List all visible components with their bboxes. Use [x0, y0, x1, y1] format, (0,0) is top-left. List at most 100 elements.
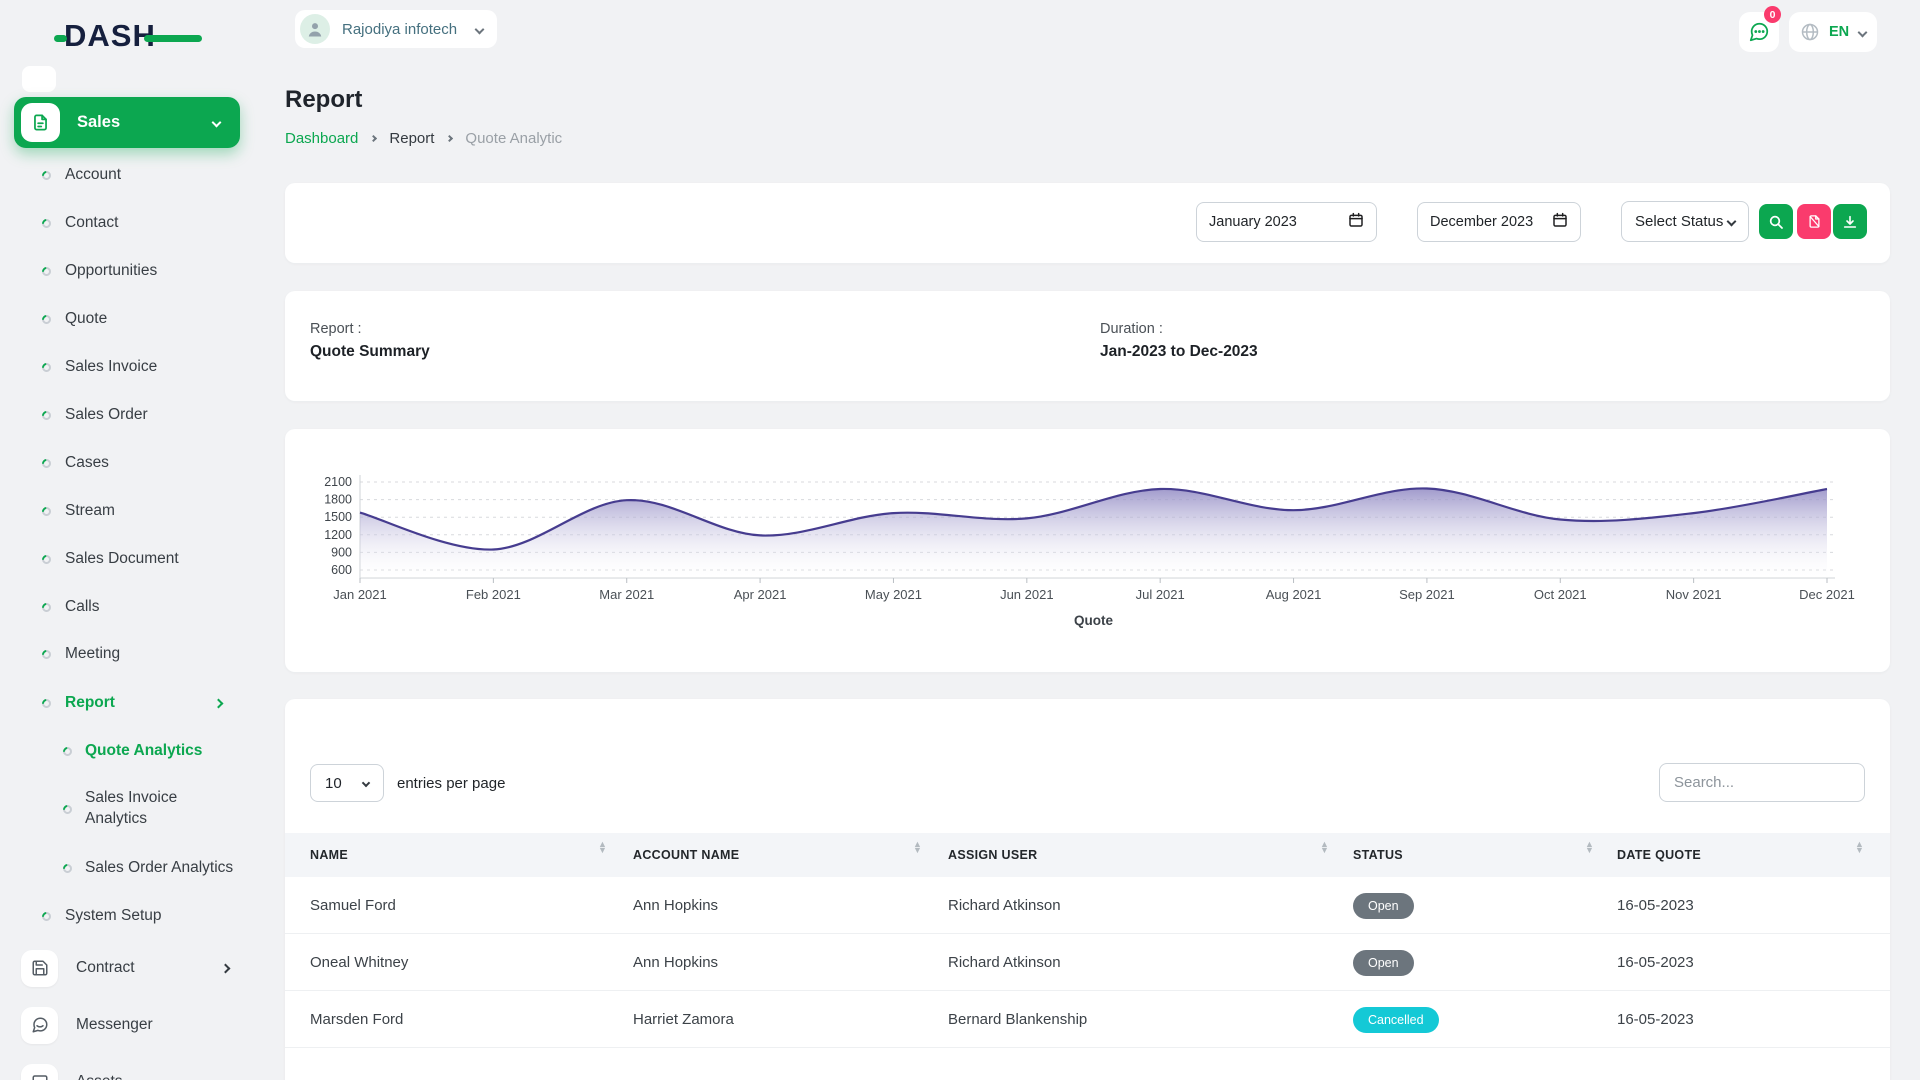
- app-logo[interactable]: DASH: [64, 18, 156, 54]
- sort-icon[interactable]: ▲▼: [598, 842, 607, 853]
- svg-text:Aug 2021: Aug 2021: [1266, 587, 1322, 602]
- bullet-icon: [40, 457, 53, 470]
- messenger-chat-icon: [21, 1007, 58, 1044]
- breadcrumb-dashboard[interactable]: Dashboard: [285, 130, 358, 147]
- logo-dot: [54, 35, 67, 42]
- sidebar-item-quote-analytics[interactable]: Quote Analytics: [0, 727, 253, 775]
- sort-icon[interactable]: ▲▼: [913, 842, 922, 853]
- language-selector[interactable]: EN: [1789, 12, 1877, 52]
- svg-text:Dec 2021: Dec 2021: [1799, 587, 1855, 602]
- language-code: EN: [1829, 24, 1849, 40]
- export-download-button[interactable]: [1833, 204, 1867, 239]
- sidebar-section-sales[interactable]: Sales: [14, 97, 240, 148]
- bullet-icon: [40, 648, 53, 661]
- sort-icon[interactable]: ▲▼: [1320, 842, 1329, 853]
- sidebar-item-sales-order-analytics[interactable]: Sales Order Analytics: [0, 844, 253, 892]
- sales-doc-icon: [21, 103, 60, 142]
- workspace-switcher[interactable]: Rajodiya infotech: [295, 10, 497, 48]
- apply-search-button[interactable]: [1759, 204, 1793, 239]
- svg-text:900: 900: [331, 545, 352, 559]
- start-month-input[interactable]: January 2023: [1196, 202, 1377, 242]
- breadcrumb: Dashboard Report Quote Analytic: [285, 130, 562, 147]
- file-off-icon: [1807, 214, 1822, 229]
- svg-text:Sep 2021: Sep 2021: [1399, 587, 1455, 602]
- sort-icon[interactable]: ▲▼: [1855, 842, 1864, 853]
- sidebar-item-cases[interactable]: Cases: [0, 439, 253, 487]
- messages-count-badge: 0: [1764, 6, 1781, 23]
- sidebar-item-opportunities[interactable]: Opportunities: [0, 247, 253, 295]
- download-icon: [1842, 214, 1858, 230]
- chevron-down-icon: [212, 118, 222, 128]
- sidebar-item-sales-invoice-analytics[interactable]: Sales Invoice Analytics: [0, 775, 253, 843]
- svg-text:Quote: Quote: [1074, 613, 1113, 628]
- sidebar-item-sales-document[interactable]: Sales Document: [0, 535, 253, 583]
- sidebar-item-contact[interactable]: Contact: [0, 199, 253, 247]
- report-summary-card: Report : Quote Summary Duration : Jan-20…: [285, 291, 1890, 401]
- table-row[interactable]: Marsden Ford Harriet Zamora Bernard Blan…: [285, 991, 1890, 1048]
- logo-dash: [144, 35, 202, 42]
- chevron-right-icon: [221, 963, 231, 973]
- svg-text:1200: 1200: [324, 528, 352, 542]
- sort-icon[interactable]: ▲▼: [1585, 842, 1594, 853]
- table-header: NAME▲▼ ACCOUNT NAME▲▼ ASSIGN USER▲▼ STAT…: [285, 833, 1890, 877]
- table-row[interactable]: Oneal Whitney Ann Hopkins Richard Atkins…: [285, 934, 1890, 991]
- sidebar-item-messenger[interactable]: Messenger: [0, 1003, 253, 1047]
- quote-area-chart: 2100180015001200900600Jan 2021Feb 2021Ma…: [285, 429, 1890, 672]
- duration-value: Jan-2023 to Dec-2023: [1100, 343, 1258, 361]
- sidebar: DASH Sales Account Contact Opportunities…: [0, 0, 253, 1080]
- table-search-input[interactable]: [1659, 763, 1865, 802]
- bullet-icon: [61, 803, 74, 816]
- chevron-right-icon: [370, 135, 377, 142]
- end-month-input[interactable]: December 2023: [1417, 202, 1581, 242]
- col-name: NAME: [310, 833, 348, 877]
- chevron-down-icon: [362, 779, 370, 787]
- col-status: STATUS: [1353, 833, 1403, 877]
- sidebar-item-sales-invoice[interactable]: Sales Invoice: [0, 343, 253, 391]
- svg-text:Jun 2021: Jun 2021: [1000, 587, 1053, 602]
- chevron-down-icon: [475, 24, 485, 34]
- svg-text:1800: 1800: [324, 493, 352, 507]
- status-badge: Open: [1353, 950, 1414, 976]
- bullet-icon: [40, 553, 53, 566]
- sidebar-item-stream[interactable]: Stream: [0, 487, 253, 535]
- col-account: ACCOUNT NAME: [633, 833, 739, 877]
- sidebar-item-quote[interactable]: Quote: [0, 295, 253, 343]
- entries-per-page-select[interactable]: 10: [310, 764, 384, 802]
- svg-text:Oct 2021: Oct 2021: [1534, 587, 1587, 602]
- chevron-down-icon: [1727, 217, 1737, 227]
- svg-text:2100: 2100: [324, 475, 352, 489]
- duration-label: Duration :: [1100, 321, 1163, 337]
- page-title: Report: [285, 86, 362, 114]
- bullet-icon: [61, 862, 74, 875]
- sidebar-item-account[interactable]: Account: [0, 151, 253, 199]
- calendar-icon: [1552, 212, 1568, 232]
- bullet-icon: [40, 217, 53, 230]
- quote-chart-card: 2100180015001200900600Jan 2021Feb 2021Ma…: [285, 429, 1890, 672]
- logo-text: DASH: [64, 18, 156, 53]
- breadcrumb-report[interactable]: Report: [389, 130, 434, 147]
- clear-filter-button[interactable]: [1797, 204, 1831, 239]
- bullet-icon: [40, 169, 53, 182]
- svg-text:Mar 2021: Mar 2021: [599, 587, 654, 602]
- globe-icon: [1800, 22, 1820, 42]
- sidebar-item-meeting[interactable]: Meeting: [0, 630, 253, 678]
- sidebar-item-report[interactable]: Report: [0, 679, 253, 727]
- sidebar-item-assets[interactable]: Assets: [0, 1060, 253, 1080]
- workspace-name: Rajodiya infotech: [342, 21, 457, 38]
- entries-per-page-label: entries per page: [397, 775, 505, 792]
- filter-panel: January 2023 December 2023 Select Status: [285, 183, 1890, 263]
- report-value: Quote Summary: [310, 343, 430, 361]
- sidebar-item-sales-order[interactable]: Sales Order: [0, 391, 253, 439]
- chat-bubble-icon: [1748, 21, 1770, 43]
- sidebar-item-calls[interactable]: Calls: [0, 583, 253, 631]
- sidebar-item-contract[interactable]: Contract: [0, 946, 253, 990]
- bullet-icon: [40, 265, 53, 278]
- chevron-right-icon: [446, 135, 453, 142]
- bullet-icon: [40, 313, 53, 326]
- status-select[interactable]: Select Status: [1621, 201, 1749, 242]
- sidebar-item-system-setup[interactable]: System Setup: [0, 892, 253, 940]
- svg-text:Nov 2021: Nov 2021: [1666, 587, 1722, 602]
- contract-save-icon: [21, 950, 58, 987]
- table-row[interactable]: Samuel Ford Ann Hopkins Richard Atkinson…: [285, 877, 1890, 934]
- search-icon: [1768, 214, 1784, 230]
